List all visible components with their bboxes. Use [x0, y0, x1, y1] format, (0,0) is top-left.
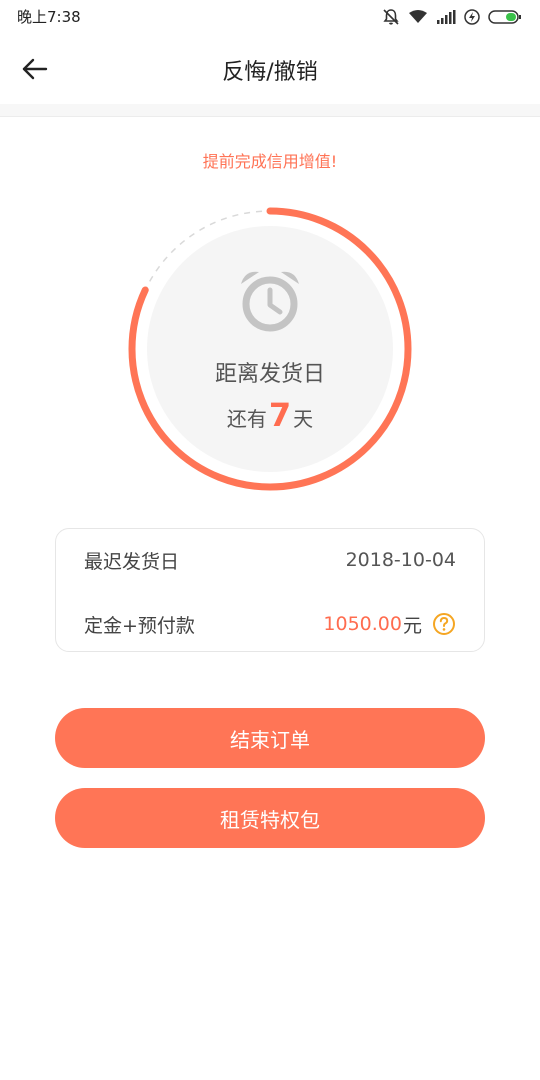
signal-icon — [437, 10, 456, 24]
payment-row: 定金+预付款 1050.00 元 — [84, 609, 456, 639]
countdown-days: 7 — [268, 396, 292, 434]
header-divider — [0, 104, 540, 117]
promo-text: 提前完成信用增值! — [202, 152, 338, 171]
countdown-disc — [147, 226, 393, 472]
status-bar: 晚上7:38 — [0, 0, 540, 34]
header: 反悔/撤销 — [0, 34, 540, 104]
charging-icon — [464, 9, 480, 25]
silent-icon — [383, 9, 399, 25]
ship-date-label: 最迟发货日 — [84, 550, 180, 573]
ship-date-row: 最迟发货日 2018-10-04 — [84, 545, 456, 575]
payment-amount: 1050.00 — [323, 613, 402, 635]
remaining-suffix: 天 — [293, 407, 314, 431]
payment-unit: 元 — [402, 614, 422, 637]
payment-value: 1050.00 元 — [323, 611, 456, 638]
alarm-clock-icon — [241, 271, 299, 332]
ship-date-value: 2018-10-04 — [345, 549, 456, 571]
countdown-remaining: 还有 7 天 — [125, 396, 415, 434]
countdown-label: 距离发货日 — [214, 362, 325, 387]
status-time: 晚上7:38 — [17, 8, 81, 26]
status-icons — [382, 7, 522, 27]
battery-icon — [488, 10, 521, 24]
page-title: 反悔/撤销 — [222, 60, 318, 85]
end-order-button[interactable]: 结束订单 — [55, 708, 485, 768]
order-info-card: 最迟发货日 2018-10-04 定金+预付款 1050.00 元 — [55, 528, 485, 652]
remaining-prefix: 还有 — [226, 407, 267, 431]
payment-label: 定金+预付款 — [84, 614, 195, 637]
question-circle-icon[interactable] — [432, 612, 456, 636]
countdown-ring: 距离发货日 还有 7 天 — [125, 204, 415, 494]
lease-package-button[interactable]: 租赁特权包 — [55, 788, 485, 848]
wifi-icon — [409, 10, 427, 23]
